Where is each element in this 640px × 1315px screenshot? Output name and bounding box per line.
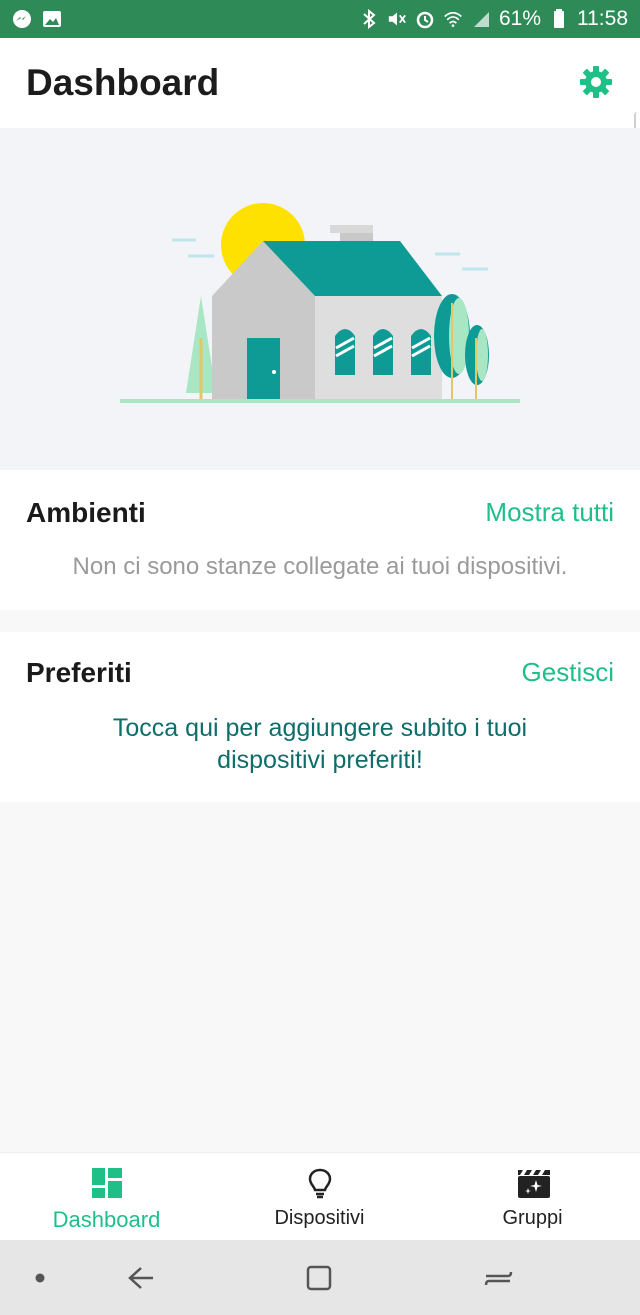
signal-icon [471,9,491,29]
page-title: Dashboard [26,62,220,103]
nav-label: Gruppi [502,1207,563,1229]
section-title-ambienti: Ambienti [26,497,146,528]
favorites-section: Preferiti Gestisci Tocca qui per aggiung… [0,632,640,802]
add-favorites-prompt[interactable]: Tocca qui per aggiungere subito i tuoi d… [60,712,580,776]
nav-dispositivi[interactable]: Dispositivi [213,1153,426,1241]
wifi-icon [443,9,463,29]
house-illustration [0,128,640,470]
status-bar: 61% 11:58 [0,0,640,38]
lightbulb-icon [304,1167,336,1199]
system-navigation-bar [0,1240,640,1315]
grid-icon [91,1167,123,1199]
rooms-section: Ambienti Mostra tutti Non ci sono stanze… [0,470,640,610]
manage-link[interactable]: Gestisci [522,657,614,688]
alarm-icon [415,9,435,29]
dot-icon[interactable] [22,1260,58,1296]
back-icon[interactable] [122,1260,158,1296]
nav-dashboard[interactable]: Dashboard [0,1153,213,1241]
section-title-preferiti: Preferiti [26,657,132,688]
messenger-icon [12,9,32,29]
show-all-link[interactable]: Mostra tutti [485,497,614,528]
nav-gruppi[interactable]: Gruppi [426,1153,639,1241]
app-header: Dashboard [0,38,640,128]
home-icon[interactable] [301,1260,337,1296]
gear-icon[interactable] [578,64,614,100]
bluetooth-icon [359,9,379,29]
rooms-empty-message: Non ci sono stanze collegate ai tuoi dis… [72,553,568,580]
clapperboard-icon [517,1167,550,1199]
gallery-icon [42,9,62,29]
clock: 11:58 [577,7,628,30]
nav-label: Dispositivi [274,1207,365,1229]
bottom-navigation: Dashboard Dispositivi Gruppi [0,1152,640,1240]
battery-percent: 61% [498,7,541,30]
recents-icon[interactable] [480,1260,516,1296]
mute-icon [387,9,407,29]
battery-icon [549,9,569,29]
nav-label: Dashboard [52,1207,161,1232]
